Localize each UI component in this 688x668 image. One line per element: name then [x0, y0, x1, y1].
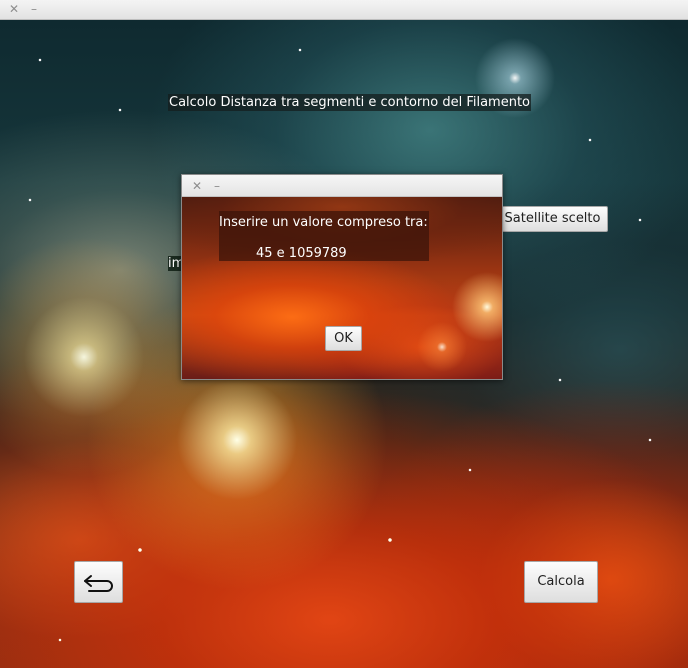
return-arrow-icon — [84, 575, 113, 592]
dialog-body: Inserire un valore compreso tra: 45 e 10… — [182, 197, 502, 379]
app-window: ✕ – Calcolo Distanza tra segmenti e cont… — [0, 0, 688, 668]
window-close-icon[interactable]: ✕ — [6, 1, 22, 17]
nebula-background: Calcolo Distanza tra segmenti e contorno… — [0, 20, 688, 668]
dialog-message-line2: 45 e 1059789 — [256, 246, 347, 261]
page-title: Calcolo Distanza tra segmenti e contorno… — [168, 94, 532, 111]
window-titlebar: ✕ – — [0, 0, 688, 20]
dialog-close-icon[interactable]: ✕ — [189, 178, 205, 194]
message-dialog: ✕ – Inserire un valore compreso tra: 45 … — [181, 174, 503, 380]
satellite-selected-button[interactable]: Satellite scelto — [497, 206, 608, 232]
ok-button[interactable]: OK — [325, 326, 362, 351]
dialog-minimize-icon[interactable]: – — [209, 178, 225, 194]
dialog-message-line1: Inserire un valore compreso tra: — [219, 215, 428, 230]
input-label-partial: im — [168, 256, 182, 271]
calcola-button[interactable]: Calcola — [524, 561, 598, 603]
dialog-titlebar: ✕ – — [182, 175, 502, 197]
window-minimize-icon[interactable]: – — [26, 1, 42, 17]
back-button[interactable] — [74, 561, 123, 603]
